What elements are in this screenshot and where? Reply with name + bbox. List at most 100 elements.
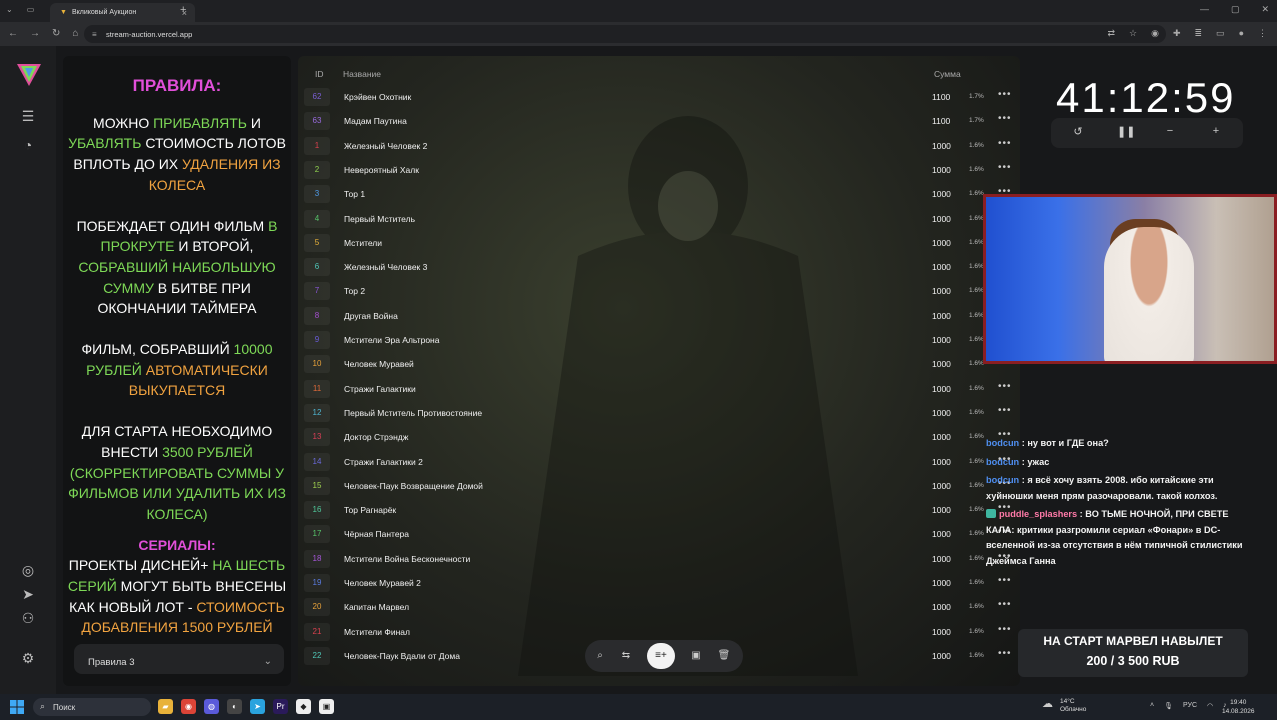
lot-row[interactable]: 13 Доктор Стрэндж 1000 1.6% •••	[302, 426, 1014, 448]
lot-sum[interactable]: 1100	[932, 116, 950, 126]
chat-username[interactable]: puddle_splashers	[999, 509, 1077, 519]
lot-row[interactable]: 19 Человек Муравей 2 1000 1.6% •••	[302, 572, 1014, 594]
lot-row[interactable]: 15 Человек-Паук Возвращение Домой 1000 1.6%…	[302, 475, 1014, 497]
close-window-icon[interactable]: ✕	[1261, 4, 1269, 15]
lot-row[interactable]: 5Мстители10001.6%•••	[302, 232, 1014, 254]
app-icon[interactable]: ◍	[204, 699, 219, 714]
file-explorer-icon[interactable]: ▰	[158, 699, 173, 714]
col-header-sum[interactable]: Сумма	[934, 69, 961, 79]
lot-row[interactable]: 12 Первый Мститель Противостояние 1000 1.6%…	[302, 402, 1014, 424]
lot-sum[interactable]: 1000	[932, 554, 951, 564]
lot-menu-icon[interactable]: •••	[998, 624, 1012, 635]
lot-sum[interactable]: 1000	[932, 141, 951, 151]
lot-row[interactable]: 14 Стражи Галактики 2 1000 1.6% •••	[302, 451, 1014, 473]
lot-sum[interactable]: 1000	[932, 189, 951, 199]
lot-name[interactable]: Человек Муравей	[344, 359, 414, 369]
bookmark-star-icon[interactable]: ☆	[1129, 28, 1137, 39]
minus-icon[interactable]: −	[1163, 125, 1177, 137]
media-icon[interactable]: ≣	[1195, 28, 1203, 39]
pause-icon[interactable]: ❚❚	[1117, 125, 1135, 138]
lot-name[interactable]: Мадам Паутина	[344, 116, 407, 126]
lot-name[interactable]: Невероятный Халк	[344, 165, 419, 175]
search-icon[interactable]: ⌕	[593, 649, 607, 663]
telegram-icon[interactable]: ➤	[20, 586, 36, 602]
maximize-icon[interactable]: ▢	[1231, 4, 1240, 15]
lot-name[interactable]: Чёрная Пантера	[344, 529, 409, 539]
minimize-icon[interactable]: —	[1200, 4, 1209, 15]
lot-sum[interactable]: 1000	[932, 651, 951, 661]
windows-start-icon[interactable]	[10, 700, 24, 714]
lot-name[interactable]: Крэйвен Охотник	[344, 92, 411, 102]
lot-row[interactable]: 17 Чёрная Пантера 1000 1.6% •••	[302, 523, 1014, 545]
lot-menu-icon[interactable]: •••	[998, 162, 1012, 173]
lots-list-icon[interactable]: ☰	[20, 108, 36, 124]
lot-name[interactable]: Стражи Галактики 2	[344, 457, 423, 467]
lot-name[interactable]: Железный Человек 2	[344, 141, 427, 151]
lot-sum[interactable]: 1000	[932, 408, 951, 418]
lot-sum[interactable]: 1000	[932, 165, 951, 175]
app-icon-3[interactable]: ▣	[319, 699, 334, 714]
lot-row[interactable]: 6Железный Человек 310001.6%•••	[302, 256, 1014, 278]
translate-icon[interactable]: ⇄	[1107, 28, 1115, 39]
lot-row[interactable]: 18 Мстители Война Бесконечности 1000 1.6% ••…	[302, 548, 1014, 570]
lot-sum[interactable]: 1000	[932, 481, 951, 491]
back-icon[interactable]: ←	[8, 28, 18, 39]
lot-sum[interactable]: 1000	[932, 214, 951, 224]
lot-sum[interactable]: 1100	[932, 92, 950, 102]
rules-preset-select[interactable]: Правила 3 ⌄	[74, 644, 284, 674]
lot-name[interactable]: Капитан Марвел	[344, 602, 409, 612]
site-info-icon[interactable]: ≡	[92, 30, 97, 39]
lot-name[interactable]: Тор Рагнарёк	[344, 505, 396, 515]
chrome-icon[interactable]: ◉	[181, 699, 196, 714]
add-lot-icon[interactable]: ≡+	[647, 643, 675, 669]
plus-icon[interactable]: +	[1209, 125, 1223, 137]
lot-sum[interactable]: 1000	[932, 505, 951, 515]
chat-username[interactable]: bodcun	[986, 475, 1019, 485]
lot-sum[interactable]: 1000	[932, 432, 951, 442]
lot-menu-icon[interactable]: •••	[998, 381, 1012, 392]
save-icon[interactable]: ▣	[689, 649, 703, 663]
weather-widget[interactable]: ☁ 14°C Облачно	[1042, 698, 1086, 714]
lot-menu-icon[interactable]: •••	[998, 599, 1012, 610]
telegram-taskbar-icon[interactable]: ➤	[250, 699, 265, 714]
language-indicator[interactable]: РУС	[1183, 702, 1197, 710]
lot-sum[interactable]: 1000	[932, 457, 951, 467]
wheel-icon[interactable]: ◔	[20, 137, 36, 153]
lot-name[interactable]: Первый Мститель Противостояние	[344, 408, 482, 418]
lot-sum[interactable]: 1000	[932, 238, 951, 248]
lot-row[interactable]: 9Мстители Эра Альтрона10001.6%•••	[302, 329, 1014, 351]
lot-row[interactable]: 63 Мадам Паутина 1100 1.7% •••	[302, 110, 1014, 132]
lot-name[interactable]: Доктор Стрэндж	[344, 432, 408, 442]
lot-name[interactable]: Другая Война	[344, 311, 398, 321]
obs-icon[interactable]: ◐	[227, 699, 242, 714]
settings-gear-icon[interactable]: ⚙	[20, 650, 36, 666]
app-icon-2[interactable]: ◆	[296, 699, 311, 714]
lot-sum[interactable]: 1000	[932, 627, 951, 637]
lot-name[interactable]: Тор 1	[344, 189, 365, 199]
lot-sum[interactable]: 1000	[932, 384, 951, 394]
history-icon[interactable]: ◎	[20, 562, 36, 578]
lot-sum[interactable]: 1000	[932, 286, 951, 296]
lot-row[interactable]: 62 Крэйвен Охотник 1100 1.7% •••	[302, 86, 1014, 108]
lot-menu-icon[interactable]: •••	[998, 138, 1012, 149]
forward-icon[interactable]: →	[30, 28, 40, 39]
lot-sum[interactable]: 1000	[932, 335, 951, 345]
lot-name[interactable]: Мстители Эра Альтрона	[344, 335, 439, 345]
taskbar-search[interactable]: ⌕ Поиск	[33, 698, 151, 716]
lot-name[interactable]: Мстители Война Бесконечности	[344, 554, 470, 564]
microphone-icon[interactable]: 🎙	[1164, 702, 1173, 710]
lot-row[interactable]: 11 Стражи Галактики 1000 1.6% •••	[302, 378, 1014, 400]
lot-sum[interactable]: 1000	[932, 578, 951, 588]
tab-search-icon[interactable]: ▭	[27, 5, 35, 14]
lot-name[interactable]: Тор 2	[344, 286, 365, 296]
tray-chevron-icon[interactable]: ˄	[1150, 702, 1154, 710]
premiere-icon[interactable]: Pr	[273, 699, 288, 714]
lot-sum[interactable]: 1000	[932, 529, 951, 539]
lot-row[interactable]: 20 Капитан Марвел 1000 1.6% •••	[302, 596, 1014, 618]
lot-name[interactable]: Стражи Галактики	[344, 384, 416, 394]
lot-row[interactable]: 2 Невероятный Халк 1000 1.6% •••	[302, 159, 1014, 181]
reload-icon[interactable]: ↻	[52, 28, 60, 39]
extension-icon[interactable]: ◉	[1151, 28, 1159, 39]
chat-username[interactable]: bodcun	[986, 438, 1019, 448]
lot-row[interactable]: 1 Железный Человек 2 1000 1.6% •••	[302, 135, 1014, 157]
